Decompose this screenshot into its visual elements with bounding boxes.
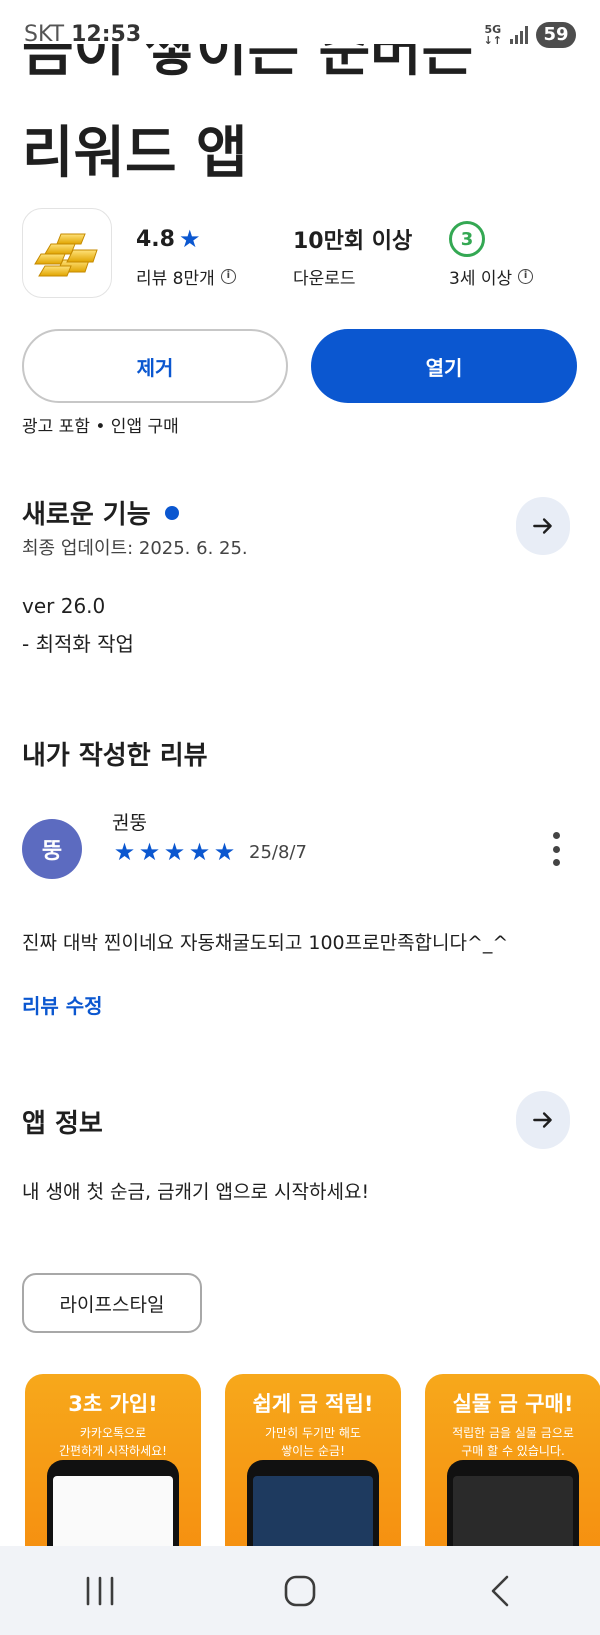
rating-value: 4.8 (136, 226, 175, 252)
last-updated: 최종 업데이트: 2025. 6. 25. (22, 538, 248, 559)
downloads-stat: 10만회 이상 다운로드 (293, 222, 412, 289)
screenshot-card[interactable]: 실물 금 구매! 적립한 금을 실물 금으로구매 할 수 있습니다. (425, 1374, 600, 1546)
whats-new-title-text: 새로운 기능 (22, 500, 151, 530)
network-5g-icon: 5G ↓↑ (483, 23, 502, 47)
new-indicator-dot (164, 505, 179, 520)
phone-mockup (247, 1460, 379, 1546)
system-nav-bar (0, 1546, 600, 1635)
star-icon: ★ (188, 838, 211, 866)
phone-mockup (447, 1460, 579, 1546)
screenshot-caption-line: 간편하게 시작하세요! (59, 1444, 167, 1458)
star-icon: ★ (213, 838, 236, 866)
clock: 12:53 (71, 22, 142, 47)
recent-apps-button[interactable] (50, 1561, 150, 1621)
signal-icon (510, 26, 528, 44)
info-icon: i (220, 269, 236, 284)
screenshot-caption-line: 구매 할 수 있습니다. (461, 1444, 565, 1458)
back-button[interactable] (450, 1561, 550, 1621)
age-rating-badge: 3 (449, 221, 485, 257)
about-title: 앱 정보 (22, 1109, 103, 1139)
screenshot-caption-line: 적립한 금을 실물 금으로 (452, 1426, 574, 1440)
downloads-label: 다운로드 (293, 269, 356, 289)
screenshot-heading: 3초 가입! (68, 1392, 158, 1416)
screenshot-caption-line: 쌓이는 순금! (281, 1444, 345, 1458)
my-review-title: 내가 작성한 리뷰 (22, 741, 208, 771)
open-button[interactable]: 열기 (311, 329, 577, 403)
version-text: ver 26.0 (22, 594, 106, 618)
screenshot-heading: 쉽게 금 적립! (252, 1392, 374, 1416)
app-title-line2: 리워드 앱 (22, 121, 248, 186)
category-chip[interactable]: 라이프스타일 (22, 1273, 202, 1333)
whats-new-arrow-button[interactable] (516, 497, 570, 555)
whats-new-title: 새로운 기능 (22, 494, 179, 531)
star-icon: ★ (113, 838, 136, 866)
home-button[interactable] (250, 1561, 350, 1621)
app-icon (22, 208, 112, 298)
reviewer-name: 권뚱 (112, 812, 147, 834)
screenshot-caption: 가만히 두기만 해도쌓이는 순금! (225, 1424, 401, 1460)
arrow-right-icon (533, 1112, 552, 1128)
screenshot-card[interactable]: 3초 가입! 카카오톡으로간편하게 시작하세요! (25, 1374, 201, 1546)
downloads-value: 10만회 이상 (293, 229, 413, 254)
screenshot-caption-line: 가만히 두기만 해도 (265, 1426, 361, 1440)
arrow-right-icon (533, 518, 552, 534)
carrier-label: SKT (24, 22, 65, 47)
remove-button[interactable]: 제거 (22, 329, 288, 403)
screenshot-caption: 적립한 금을 실물 금으로구매 할 수 있습니다. (425, 1424, 600, 1460)
review-text: 진짜 대박 찐이네요 자동채굴도되고 100프로만족합니다^_^ (22, 932, 509, 954)
star-icon: ★ (178, 225, 201, 253)
screenshot-card[interactable]: 쉽게 금 적립! 가만히 두기만 해도쌓이는 순금! (225, 1374, 401, 1546)
info-icon: i (518, 269, 534, 284)
release-notes: - 최적화 작업 (22, 632, 134, 656)
back-icon (491, 1575, 509, 1606)
screenshot-carousel[interactable]: 3초 가입! 카카오톡으로간편하게 시작하세요! 쉽게 금 적립! 가만히 두기… (25, 1374, 600, 1546)
more-options-button[interactable] (550, 832, 562, 866)
review-rating: ★ ★ ★ ★ ★ 25/8/7 (112, 838, 307, 866)
star-icon: ★ (138, 838, 161, 866)
star-icon: ★ (163, 838, 186, 866)
age-rating-stat[interactable]: 3 3세 이상 i (449, 221, 534, 289)
about-arrow-button[interactable] (516, 1091, 570, 1149)
age-rating-label: 3세 이상 (449, 269, 513, 289)
status-right: 5G ↓↑ 59 (484, 22, 576, 48)
battery-icon: 59 (536, 22, 576, 48)
screenshot-caption-line: 카카오톡으로 (79, 1426, 147, 1440)
reviews-count: 리뷰 8만개 (136, 269, 215, 289)
review-date: 25/8/7 (249, 841, 307, 863)
network-label: 5G (484, 23, 502, 36)
more-vert-icon (552, 832, 560, 839)
avatar: 뚱 (22, 819, 82, 879)
status-bar: SKT 12:53 5G ↓↑ 59 (0, 0, 600, 72)
rating-stat[interactable]: 4.8 ★ 리뷰 8만개 i (136, 222, 236, 289)
home-icon (284, 1575, 316, 1606)
recent-apps-icon (86, 1576, 114, 1605)
screenshot-heading: 실물 금 구매! (452, 1392, 574, 1416)
screenshot-caption: 카카오톡으로간편하게 시작하세요! (25, 1424, 201, 1460)
about-description: 내 생애 첫 순금, 금캐기 앱으로 시작하세요! (22, 1181, 370, 1203)
status-left: SKT 12:53 (24, 22, 141, 47)
edit-review-link[interactable]: 리뷰 수정 (22, 990, 103, 1019)
phone-mockup (47, 1460, 179, 1546)
ads-note: 광고 포함 • 인앱 구매 (22, 417, 179, 437)
gold-bars-icon (34, 233, 98, 277)
